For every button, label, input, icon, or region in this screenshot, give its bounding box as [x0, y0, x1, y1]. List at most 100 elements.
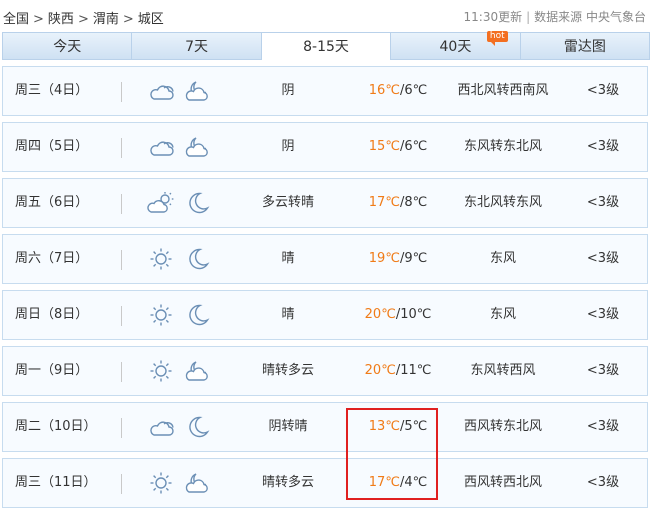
forecast-row: 周日（8日） 晴 20℃/10℃ 东风 <3级: [2, 290, 648, 340]
weather-condition: 晴转多云: [261, 475, 314, 490]
row-divider: [121, 82, 122, 102]
breadcrumb-district: 城区: [137, 12, 164, 27]
row-divider: [121, 194, 122, 214]
low-temp: /5℃: [399, 419, 428, 434]
high-temp: 15℃: [368, 139, 400, 154]
row-divider: [121, 138, 122, 158]
wind-direction: 东风转东北风: [463, 139, 542, 154]
low-temp: /4℃: [399, 475, 428, 490]
high-temp: 16℃: [368, 83, 400, 98]
temperature: 20℃/10℃: [353, 291, 443, 339]
forecast-row: 周四（5日） 阴 15℃/6℃ 东风转东北风 <3级: [2, 122, 648, 172]
cloudy-moon-icon: [183, 135, 211, 159]
forecast-row: 周二（10日） 阴转晴 13℃/5℃ 西风转东北风 <3级: [2, 402, 648, 452]
partly-cloudy-icon: [147, 191, 175, 215]
breadcrumb-separator: >: [122, 12, 134, 27]
cloudy-moon-icon: [183, 79, 211, 103]
day-label: 周三（11日）: [15, 475, 97, 490]
wind-direction: 西风转西北风: [463, 475, 542, 490]
weather-condition: 晴: [281, 307, 295, 322]
weather-condition: 阴: [281, 83, 295, 98]
tab-40-days[interactable]: 40天 hot: [390, 31, 520, 60]
temperature: 17℃/4℃: [353, 459, 443, 507]
breadcrumb-province[interactable]: 陕西: [48, 12, 74, 27]
low-temp: /9℃: [399, 251, 428, 266]
low-temp: /11℃: [395, 363, 432, 378]
high-temp: 20℃: [364, 307, 396, 322]
row-divider: [121, 250, 122, 270]
row-divider: [121, 306, 122, 326]
high-temp: 20℃: [364, 363, 396, 378]
low-temp: /6℃: [399, 83, 428, 98]
row-divider: [121, 418, 122, 438]
forecast-tabs: 今天 7天 8-15天 40天 hot 雷达图: [2, 31, 650, 60]
weather-icons: [143, 67, 223, 115]
sun-icon: [147, 247, 175, 271]
data-source: 数据来源 中央气象台: [534, 10, 646, 24]
wind-level: <3级: [586, 251, 620, 266]
forecast-list: 周三（4日）阴 16℃/6℃ 西北风转西南风 <3级 周四（5日）阴 15℃/6℃ 东风转东…: [2, 66, 648, 514]
cloudy-icon: [147, 415, 175, 439]
high-temp: 17℃: [368, 195, 400, 210]
forecast-row: 周一（9日） 晴转多云 20℃/11℃ 东风转西风 <3级: [2, 346, 648, 396]
low-temp: /10℃: [395, 307, 432, 322]
tab-radar[interactable]: 雷达图: [519, 32, 650, 60]
top-bar: 全国 > 陕西 > 渭南 > 城区 11:30更新 | 数据来源 中央气象台: [0, 0, 650, 32]
tab-7-days[interactable]: 7天: [131, 32, 261, 60]
weather-condition: 阴: [281, 139, 295, 154]
forecast-row: 周五（6日） 多云转晴 17℃/8℃ 东北风转东风 <3级: [2, 178, 648, 228]
wind-direction: 东风: [489, 307, 516, 322]
day-label: 周五（6日）: [15, 195, 89, 210]
forecast-row: 周六（7日） 晴 19℃/9℃ 东风 <3级: [2, 234, 648, 284]
sun-icon: [147, 359, 175, 383]
wind-level: <3级: [586, 475, 620, 490]
day-label: 周三（4日）: [15, 83, 89, 98]
temperature: 19℃/9℃: [353, 235, 443, 283]
wind-direction: 东北风转东风: [463, 195, 542, 210]
wind-level: <3级: [586, 363, 620, 378]
wind-direction: 东风: [489, 251, 516, 266]
sun-icon: [147, 471, 175, 495]
tab-today[interactable]: 今天: [2, 32, 132, 60]
wind-level: <3级: [586, 83, 620, 98]
weather-icons: [143, 235, 223, 283]
day-label: 周二（10日）: [15, 419, 97, 434]
weather-icons: [143, 347, 223, 395]
tab-8-15-days[interactable]: 8-15天: [260, 32, 391, 60]
hot-badge: hot: [486, 31, 508, 46]
weather-icons: [143, 123, 223, 171]
high-temp: 13℃: [368, 419, 400, 434]
wind-level: <3级: [586, 419, 620, 434]
weather-icons: [143, 403, 223, 451]
low-temp: /8℃: [399, 195, 428, 210]
moon-icon: [183, 191, 211, 215]
wind-direction: 西北风转西南风: [457, 83, 549, 98]
wind-direction: 东风转西风: [470, 363, 536, 378]
weather-icons: [143, 291, 223, 339]
meta-divider: |: [526, 10, 531, 24]
row-divider: [121, 362, 122, 382]
cloudy-moon-icon: [183, 359, 211, 383]
breadcrumb-city[interactable]: 渭南: [93, 12, 119, 27]
breadcrumb-separator: >: [33, 12, 44, 27]
forecast-row: 周三（11日） 晴转多云 17℃/4℃ 西风转西北风 <3级: [2, 458, 648, 508]
day-label: 周六（7日）: [15, 251, 89, 266]
temperature: 16℃/6℃: [353, 67, 443, 115]
temperature: 13℃/5℃: [353, 403, 443, 451]
weather-condition: 多云转晴: [261, 195, 314, 210]
day-label: 周日（8日）: [15, 307, 89, 322]
tab-40-days-label: 40天: [439, 39, 472, 55]
day-label: 周一（9日）: [15, 363, 89, 378]
update-meta: 11:30更新 | 数据来源 中央气象台: [464, 8, 646, 25]
cloudy-moon-icon: [183, 471, 211, 495]
update-time: 11:30更新: [463, 10, 523, 24]
breadcrumb: 全国 > 陕西 > 渭南 > 城区: [3, 8, 164, 27]
sun-icon: [147, 303, 175, 327]
wind-level: <3级: [586, 195, 620, 210]
wind-direction: 西风转东北风: [463, 419, 542, 434]
high-temp: 19℃: [368, 251, 400, 266]
row-divider: [121, 474, 122, 494]
forecast-row: 周三（4日） 阴 16℃/6℃ 西北风转西南风 <3级: [2, 66, 648, 116]
temperature: 15℃/6℃: [353, 123, 443, 171]
breadcrumb-country[interactable]: 全国: [3, 12, 29, 27]
